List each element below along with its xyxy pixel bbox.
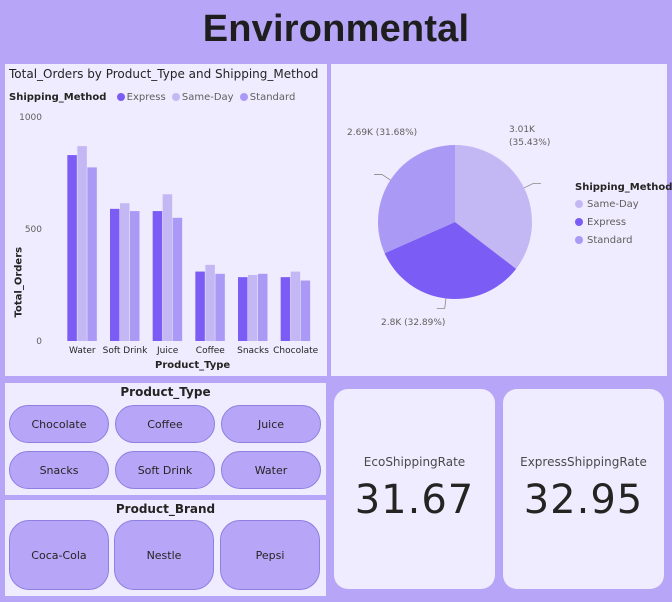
slicer-option-coca-cola[interactable]: Coca-Cola <box>9 520 109 590</box>
x-tick-label: Water <box>69 346 96 356</box>
slicer-option-nestle[interactable]: Nestle <box>114 520 214 590</box>
bar-standard-soft-drink[interactable] <box>130 211 140 341</box>
y-tick-label: 500 <box>25 225 42 235</box>
product-type-slicer: Product_Type Chocolate Coffee Juice Snac… <box>5 383 326 495</box>
kpi-value: 32.95 <box>523 477 644 523</box>
kpi-card-express-shipping: ExpressShippingRate 32.95 <box>503 389 664 589</box>
y-axis-title: Total_Orders <box>13 246 25 318</box>
bar-express-water[interactable] <box>67 155 77 341</box>
pie-legend-label: Same-Day <box>587 199 639 210</box>
pie-legend-label: Express <box>587 217 627 228</box>
pie-legend-label: Standard <box>587 235 633 246</box>
bar-same-day-snacks[interactable] <box>248 274 258 341</box>
bar-standard-water[interactable] <box>87 167 97 341</box>
bar-chart-svg: 0 500 1000 Water Soft Drink Juice Coffee Snacks… <box>19 113 319 356</box>
bar-express-coffee[interactable] <box>195 271 205 341</box>
pie-legend-item-same-day[interactable]: Same-Day <box>575 199 672 210</box>
x-tick-label: Soft Drink <box>103 346 148 356</box>
pie-legend-item-express[interactable]: Express <box>575 217 672 228</box>
pie-label-same-day-value: 3.01K <box>509 125 536 135</box>
x-tick-label: Snacks <box>237 346 269 356</box>
kpi-card-eco-shipping: EcoShippingRate 31.67 <box>334 389 495 589</box>
bar-standard-chocolate[interactable] <box>300 280 311 341</box>
slicer-option-snacks[interactable]: Snacks <box>9 451 109 489</box>
slicer-option-coffee[interactable]: Coffee <box>115 405 215 443</box>
pie-legend-item-standard[interactable]: Standard <box>575 235 672 246</box>
kpi-label: EcoShippingRate <box>363 455 466 469</box>
bar-express-snacks[interactable] <box>238 277 248 341</box>
bar-standard-coffee[interactable] <box>215 273 225 341</box>
slicer-title: Product_Type <box>120 385 211 399</box>
bar-same-day-water[interactable] <box>77 146 87 341</box>
bar-same-day-soft-drink[interactable] <box>120 203 130 341</box>
y-tick-label: 1000 <box>19 113 42 123</box>
pie-label-standard: 2.69K (31.68%) <box>347 128 417 138</box>
bar-express-soft-drink[interactable] <box>110 208 120 341</box>
bar-express-juice[interactable] <box>152 211 163 341</box>
bar-standard-juice[interactable] <box>172 217 183 341</box>
slicer-option-pepsi[interactable]: Pepsi <box>220 520 320 590</box>
legend-marker <box>575 236 583 244</box>
pie-label-express: 2.8K (32.89%) <box>381 318 445 328</box>
bar-same-day-coffee[interactable] <box>205 264 215 341</box>
x-tick-label: Juice <box>156 346 179 356</box>
page-title: Environmental <box>202 8 470 50</box>
x-axis-title: Product_Type <box>155 360 231 371</box>
product-brand-slicer: Product_Brand Coca-Cola Nestle Pepsi <box>5 500 326 596</box>
kpi-label: ExpressShippingRate <box>520 455 647 469</box>
x-tick-label: Coffee <box>196 346 226 356</box>
kpi-value: 31.67 <box>354 477 475 523</box>
slicer-title: Product_Brand <box>115 502 216 516</box>
bar-express-chocolate[interactable] <box>280 277 291 341</box>
pie-leader-line <box>523 183 542 189</box>
pie-label-same-day-pct: (35.43%) <box>509 138 550 148</box>
bar-standard-snacks[interactable] <box>258 273 268 341</box>
x-tick-label: Chocolate <box>273 346 318 356</box>
slicer-option-soft-drink[interactable]: Soft Drink <box>115 451 215 489</box>
pie-chart-visual[interactable]: 2.69K (31.68%) 3.01K (35.43%) 2.8K (32.89%)… <box>331 64 672 376</box>
bar-same-day-chocolate[interactable] <box>290 271 301 341</box>
slicer-option-water[interactable]: Water <box>221 451 321 489</box>
pie-leader-line <box>374 174 391 181</box>
slicer-option-chocolate[interactable]: Chocolate <box>9 405 109 443</box>
pie-legend: Shipping_Method Same-Day Express Standar… <box>575 182 672 253</box>
pie-leader-line <box>436 298 447 309</box>
legend-marker <box>575 200 583 208</box>
y-tick-label: 0 <box>36 337 42 347</box>
slicer-option-juice[interactable]: Juice <box>221 405 321 443</box>
legend-marker <box>575 218 583 226</box>
bar-same-day-juice[interactable] <box>162 194 173 341</box>
pie-legend-title: Shipping_Method <box>575 182 672 193</box>
bar-chart-visual[interactable]: Total_Orders by Product_Type and Shippin… <box>5 64 327 376</box>
